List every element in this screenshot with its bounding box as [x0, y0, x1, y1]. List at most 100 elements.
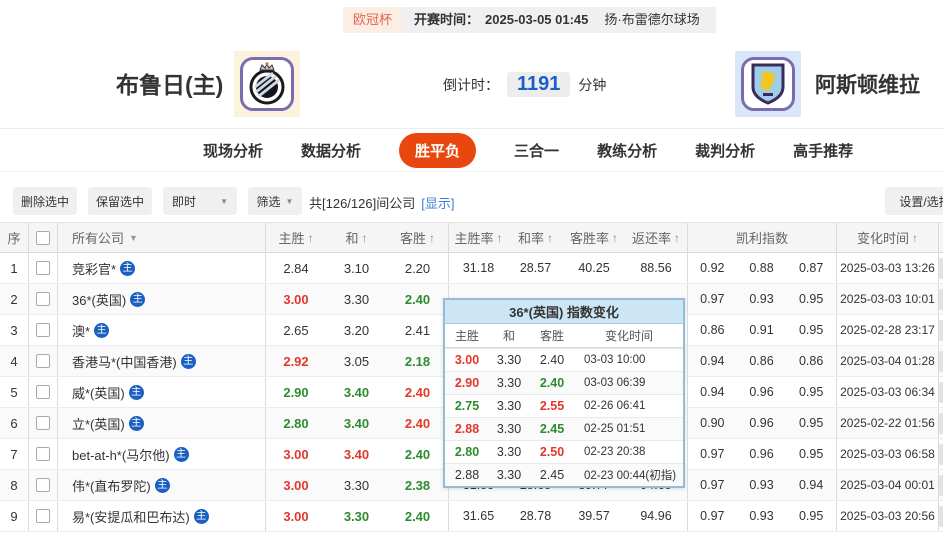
tab-三合一[interactable]: 三合一: [514, 140, 559, 161]
row-checkbox[interactable]: [36, 478, 50, 492]
odds-cell: 3.10: [343, 260, 370, 276]
row-checkbox-cell: [28, 501, 57, 531]
row-checkbox[interactable]: [36, 447, 50, 461]
popup-odds-cell: 3.30: [496, 399, 522, 413]
company-name[interactable]: 澳*: [72, 321, 90, 340]
tab-胜平负[interactable]: 胜平负: [399, 132, 477, 168]
company-name[interactable]: 香港马*(中国香港): [72, 352, 177, 371]
header-payout-rate[interactable]: 返还率 ↑: [625, 223, 687, 252]
show-link[interactable]: [显示]: [421, 196, 454, 211]
odds-cell: 2.40: [404, 291, 431, 307]
match-info-bar: 欧冠杯 开赛时间： 2025-03-05 01:45 扬·布雷德尔球场: [343, 7, 716, 33]
settings-select-button[interactable]: 设置/选择: [885, 187, 943, 215]
row-checkbox[interactable]: [36, 323, 50, 337]
header-home-win[interactable]: 主胜 ↑: [265, 223, 326, 252]
tab-数据分析[interactable]: 数据分析: [301, 140, 361, 161]
company-cell: 澳* 主: [57, 315, 265, 345]
header-home-rate[interactable]: 主胜率 ↑: [448, 223, 508, 252]
row-edge-cell: [937, 346, 943, 376]
odds-cell: 2.18: [404, 353, 431, 369]
row-checkbox[interactable]: [36, 509, 50, 523]
header-draw-rate[interactable]: 和率 ↑: [508, 223, 563, 252]
row-edge-stub: [938, 320, 943, 341]
popup-row: 2.88 3.30 2.45 02-25 01:51: [445, 417, 683, 440]
header-draw[interactable]: 和 ↑: [326, 223, 387, 252]
tab-教练分析[interactable]: 教练分析: [597, 140, 657, 161]
kelly-cell: 0.97: [687, 439, 737, 469]
popup-title: 36*(英国) 指数变化: [445, 300, 683, 324]
aston-villa-crest-icon: [751, 63, 785, 105]
popup-row: 3.00 3.30 2.40 03-03 10:00: [445, 348, 683, 371]
league-badge: 欧冠杯: [343, 7, 403, 33]
kelly-cell: 0.95: [798, 416, 824, 430]
delete-selected-button[interactable]: 删除选中: [13, 187, 77, 215]
row-checkbox[interactable]: [36, 416, 50, 430]
tab-高手推荐[interactable]: 高手推荐: [793, 140, 853, 161]
popup-odds-cell: 3.30: [496, 422, 522, 436]
tab-现场分析[interactable]: 现场分析: [203, 140, 263, 161]
kelly-cell: 0.91: [749, 323, 774, 337]
home-tag-icon: 主: [193, 508, 209, 524]
sort-asc-icon: ↑: [547, 230, 553, 245]
company-name[interactable]: bet-at-h*(马尔他): [72, 445, 170, 464]
header-kelly: 凯利指数: [687, 223, 836, 252]
kelly-cell: 0.95: [798, 509, 824, 523]
odds-cell: 2.40: [404, 446, 431, 462]
popup-odds-cell: 3.30: [496, 468, 522, 482]
change-time-cell: 2025-03-03 06:34: [835, 377, 938, 407]
popup-odds-cell: 3.30: [496, 353, 522, 367]
row-checkbox-cell: [28, 408, 57, 438]
odds-mode-dropdown[interactable]: 即时 ▼: [163, 187, 237, 215]
rate-cell: 88.56: [640, 261, 672, 275]
sort-asc-icon: ↑: [361, 230, 368, 245]
company-name[interactable]: 易*(安提瓜和巴布达): [72, 507, 190, 526]
company-name[interactable]: 立*(英国): [72, 414, 125, 433]
company-name[interactable]: 伟*(直布罗陀): [72, 476, 151, 495]
row-checkbox-cell: [28, 377, 57, 407]
select-all-checkbox[interactable]: [36, 230, 50, 245]
sort-asc-icon: ↑: [496, 230, 503, 245]
company-name[interactable]: 竞彩官*: [72, 259, 116, 278]
odds-cell: 2.80: [265, 408, 326, 438]
table-toolbar: 删除选中 保留选中 即时 ▼ 筛选 ▼ 共[126/126]间公司 [显示] 设置…: [0, 184, 943, 218]
kelly-cell: 0.95: [798, 447, 824, 461]
row-checkbox[interactable]: [36, 354, 50, 368]
company-cell: 竞彩官* 主: [57, 253, 265, 283]
kelly-cell: 0.97: [687, 470, 737, 500]
header-change-time[interactable]: 变化时间 ↑: [836, 223, 938, 252]
row-edge-cell: [937, 253, 943, 283]
popup-odds-cell: 2.75: [454, 399, 480, 413]
company-name[interactable]: 36*(英国): [72, 290, 126, 309]
kelly-cell: 0.96: [749, 385, 774, 399]
row-checkbox[interactable]: [36, 385, 50, 399]
odds-cell: 2.40: [404, 384, 431, 400]
company-name[interactable]: 威*(英国): [72, 383, 125, 402]
header-company[interactable]: 所有公司 ▼: [57, 223, 265, 252]
kelly-cell: 0.93: [749, 292, 774, 306]
popup-odds-cell: 2.50: [539, 445, 565, 459]
row-seq: 1: [10, 260, 18, 276]
popup-time-cell: 02-23 00:44(初指): [584, 470, 677, 482]
row-checkbox[interactable]: [36, 261, 50, 275]
keep-selected-button[interactable]: 保留选中: [88, 187, 152, 215]
kickoff-time: 2025-03-05 01:45: [485, 12, 589, 27]
kelly-cell: 0.94: [687, 346, 737, 376]
row-edge-cell: [937, 377, 943, 407]
analysis-tabs: 现场分析 数据分析 胜平负 三合一 教练分析 裁判分析 高手推荐: [0, 128, 943, 172]
company-cell: bet-at-h*(马尔他) 主: [57, 439, 265, 469]
popup-time-cell: 02-26 06:41: [584, 400, 646, 412]
countdown-value: 1191: [507, 72, 571, 97]
header-away-rate[interactable]: 客胜率 ↑: [563, 223, 625, 252]
kelly-cell: 0.90: [687, 408, 737, 438]
odds-cell: 2.41: [404, 322, 431, 338]
odds-cell: 2.65: [265, 315, 326, 345]
row-checkbox[interactable]: [36, 292, 50, 306]
popup-odds-cell: 3.00: [454, 353, 480, 367]
filter-dropdown[interactable]: 筛选 ▼: [248, 187, 302, 215]
row-edge-stub: [938, 351, 943, 372]
home-tag-icon: 主: [128, 415, 144, 431]
tab-裁判分析[interactable]: 裁判分析: [695, 140, 755, 161]
row-edge-cell: [937, 439, 943, 469]
header-away-win[interactable]: 客胜 ↑: [387, 223, 448, 252]
change-time-cell: 2025-03-03 20:56: [835, 501, 938, 531]
